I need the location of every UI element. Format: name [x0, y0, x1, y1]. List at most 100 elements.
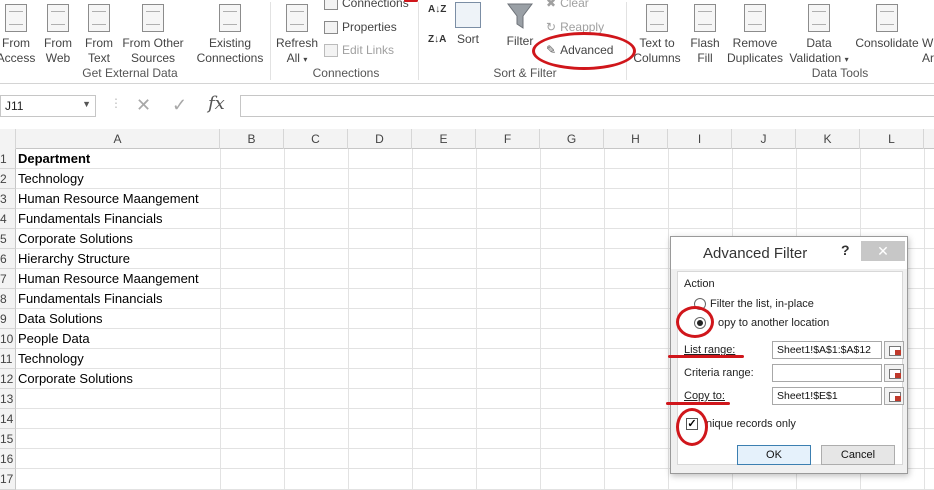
list-range-input[interactable]: Sheet1!$A$1:$A$12: [772, 341, 882, 359]
name-box[interactable]: J11 ▼: [0, 95, 96, 117]
unique-records-label[interactable]: nique records only: [706, 418, 796, 430]
dialog-title: Advanced Filter: [703, 245, 808, 262]
row-header[interactable]: 11: [0, 349, 16, 369]
column-header[interactable]: F: [476, 129, 540, 149]
chevron-down-icon: ▾: [844, 55, 849, 64]
help-icon[interactable]: ?: [841, 242, 850, 258]
data-validation-button[interactable]: Data Validation ▾: [786, 4, 852, 67]
cell-a9[interactable]: Data Solutions: [18, 309, 103, 329]
access-icon: [2, 4, 30, 34]
cell-a8[interactable]: Fundamentals Financials: [18, 289, 163, 309]
annotation-copy-to-underline: [666, 402, 730, 405]
text-to-columns-button[interactable]: Text to Columns: [628, 4, 686, 66]
row-header[interactable]: 16: [0, 449, 16, 469]
row-header[interactable]: 1: [0, 149, 16, 169]
column-header[interactable]: A: [16, 129, 220, 149]
sort-icon: [455, 2, 481, 28]
column-header[interactable]: D: [348, 129, 412, 149]
text-file-icon: [85, 4, 113, 34]
row-header[interactable]: 4: [0, 209, 16, 229]
what-if-analysis-button[interactable]: W Ar: [922, 4, 934, 66]
cancel-entry-icon[interactable]: ✕: [136, 95, 151, 116]
cell-a11[interactable]: Technology: [18, 349, 84, 369]
close-icon[interactable]: ✕: [861, 241, 905, 261]
cell-a10[interactable]: People Data: [18, 329, 90, 349]
properties-icon: [324, 20, 338, 34]
cancel-button[interactable]: Cancel: [821, 445, 895, 465]
ribbon-separator: [418, 2, 419, 80]
text-to-columns-icon: [643, 4, 671, 34]
group-label-get-external-data: Get External Data: [82, 66, 178, 80]
range-selector-icon[interactable]: [884, 364, 904, 382]
chevron-down-icon[interactable]: ▼: [82, 99, 91, 109]
filter-in-place-label[interactable]: Filter the list, in-place: [710, 298, 814, 310]
drag-handle-icon[interactable]: ⋮: [110, 96, 122, 110]
confirm-entry-icon[interactable]: ✓: [172, 95, 187, 116]
column-header-row: A B C D E F G H I J K L: [0, 129, 934, 149]
row-header[interactable]: 10: [0, 329, 16, 349]
column-header[interactable]: J: [732, 129, 796, 149]
action-label: Action: [684, 278, 715, 290]
cell-a12[interactable]: Corporate Solutions: [18, 369, 133, 389]
from-web-button[interactable]: From Web: [38, 4, 78, 66]
cell-a6[interactable]: Hierarchy Structure: [18, 249, 130, 269]
row-header[interactable]: 17: [0, 469, 16, 490]
column-header[interactable]: E: [412, 129, 476, 149]
clear-button[interactable]: ✖ Clear: [546, 0, 589, 10]
cell-a2[interactable]: Technology: [18, 169, 84, 189]
row-header[interactable]: 12: [0, 369, 16, 389]
row-header[interactable]: 9: [0, 309, 16, 329]
cell-a1[interactable]: Department: [18, 149, 90, 169]
from-access-button[interactable]: From Access: [0, 4, 38, 66]
dialog-title-bar[interactable]: Advanced Filter ? ✕: [671, 237, 907, 269]
refresh-all-button[interactable]: Refresh All ▾: [274, 4, 320, 67]
from-other-sources-button[interactable]: From Other Sources: [120, 4, 186, 66]
consolidate-button[interactable]: Consolidate: [852, 4, 922, 51]
row-header[interactable]: 8: [0, 289, 16, 309]
cell-a5[interactable]: Corporate Solutions: [18, 229, 133, 249]
column-header[interactable]: G: [540, 129, 604, 149]
insert-function-icon[interactable]: fx: [208, 93, 225, 114]
filter-button[interactable]: Filter: [500, 2, 540, 49]
connections-icon: [324, 0, 338, 10]
row-header[interactable]: 13: [0, 389, 16, 409]
row-header[interactable]: 14: [0, 409, 16, 429]
ok-button[interactable]: OK: [737, 445, 811, 465]
column-header[interactable]: K: [796, 129, 860, 149]
connections-button[interactable]: Connections: [324, 0, 409, 10]
row-header[interactable]: 6: [0, 249, 16, 269]
row-header[interactable]: 5: [0, 229, 16, 249]
copy-to-location-label[interactable]: opy to another location: [718, 317, 829, 329]
copy-to-input[interactable]: Sheet1!$E$1: [772, 387, 882, 405]
column-header[interactable]: H: [604, 129, 668, 149]
remove-duplicates-button[interactable]: Remove Duplicates: [724, 4, 786, 66]
properties-button[interactable]: Properties: [324, 20, 397, 34]
column-header[interactable]: B: [220, 129, 284, 149]
select-all-corner[interactable]: [0, 129, 16, 149]
row-header[interactable]: 15: [0, 429, 16, 449]
cell-a4[interactable]: Fundamentals Financials: [18, 209, 163, 229]
chevron-down-icon: ▾: [303, 55, 308, 64]
annotation-advanced-circle: [532, 32, 636, 70]
row-header[interactable]: 3: [0, 189, 16, 209]
edit-links-button[interactable]: Edit Links: [324, 43, 394, 57]
group-label-data-tools: Data Tools: [811, 66, 869, 80]
range-selector-icon[interactable]: [884, 387, 904, 405]
criteria-range-input[interactable]: [772, 364, 882, 382]
sort-button[interactable]: Sort: [450, 2, 486, 47]
from-text-button[interactable]: From Text: [80, 4, 118, 66]
existing-connections-button[interactable]: Existing Connections: [194, 4, 266, 66]
sort-za-button[interactable]: Z↓A: [428, 34, 446, 45]
row-header[interactable]: 7: [0, 269, 16, 289]
column-header[interactable]: I: [668, 129, 732, 149]
column-header[interactable]: C: [284, 129, 348, 149]
column-header[interactable]: L: [860, 129, 924, 149]
sort-az-button[interactable]: A↓Z: [428, 4, 446, 15]
cell-a7[interactable]: Human Resource Maangement: [18, 269, 199, 289]
flash-fill-button[interactable]: Flash Fill: [686, 4, 724, 66]
row-header[interactable]: 2: [0, 169, 16, 189]
what-if-icon: [924, 4, 934, 34]
formula-input[interactable]: [240, 95, 934, 117]
range-selector-icon[interactable]: [884, 341, 904, 359]
cell-a3[interactable]: Human Resource Maangement: [18, 189, 199, 209]
